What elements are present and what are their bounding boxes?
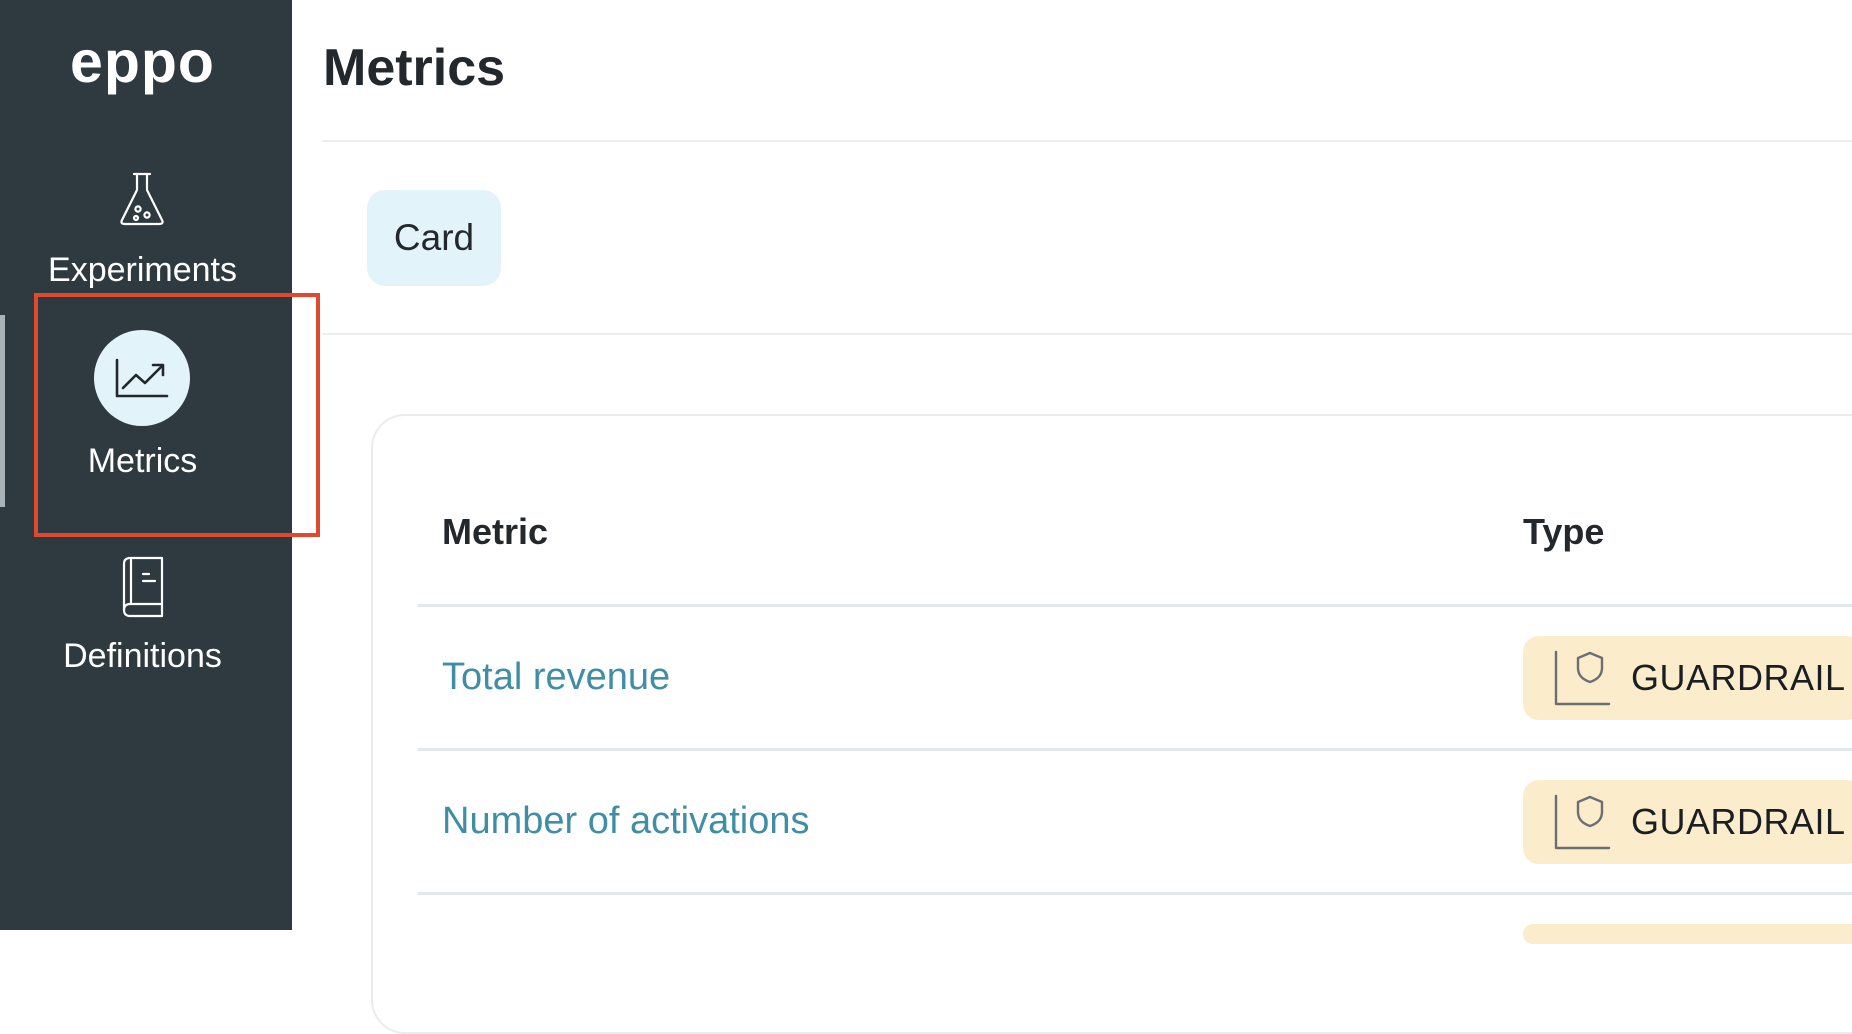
sidebar-item-label: Experiments — [48, 251, 237, 289]
table-header-divider — [418, 604, 1852, 607]
book-icon — [94, 538, 190, 634]
metric-link[interactable]: Number of activations — [442, 799, 810, 843]
eppo-logo[interactable]: eppo — [0, 26, 285, 98]
row-divider — [418, 892, 1852, 895]
header-divider — [322, 140, 1852, 142]
toolbar-divider — [322, 333, 1852, 335]
card-view-button[interactable]: Card — [367, 190, 501, 286]
type-badge-guardrail: GUARDRAIL — [1523, 636, 1852, 720]
page-title: Metrics — [323, 39, 506, 97]
type-badge-partial — [1523, 924, 1852, 944]
type-badge-label: GUARDRAIL — [1631, 657, 1846, 698]
guardrail-shield-icon — [1554, 794, 1611, 850]
metric-link[interactable]: Total revenue — [442, 655, 670, 699]
sidebar-item-label: Definitions — [63, 637, 222, 675]
flask-icon — [94, 150, 190, 246]
column-header-metric: Metric — [442, 511, 549, 552]
selection-highlight — [34, 293, 320, 537]
column-header-type: Type — [1523, 511, 1605, 552]
type-badge-guardrail: GUARDRAIL — [1523, 780, 1852, 864]
guardrail-shield-icon — [1554, 650, 1611, 706]
type-badge-label: GUARDRAIL — [1631, 801, 1846, 842]
row-divider — [418, 748, 1852, 751]
